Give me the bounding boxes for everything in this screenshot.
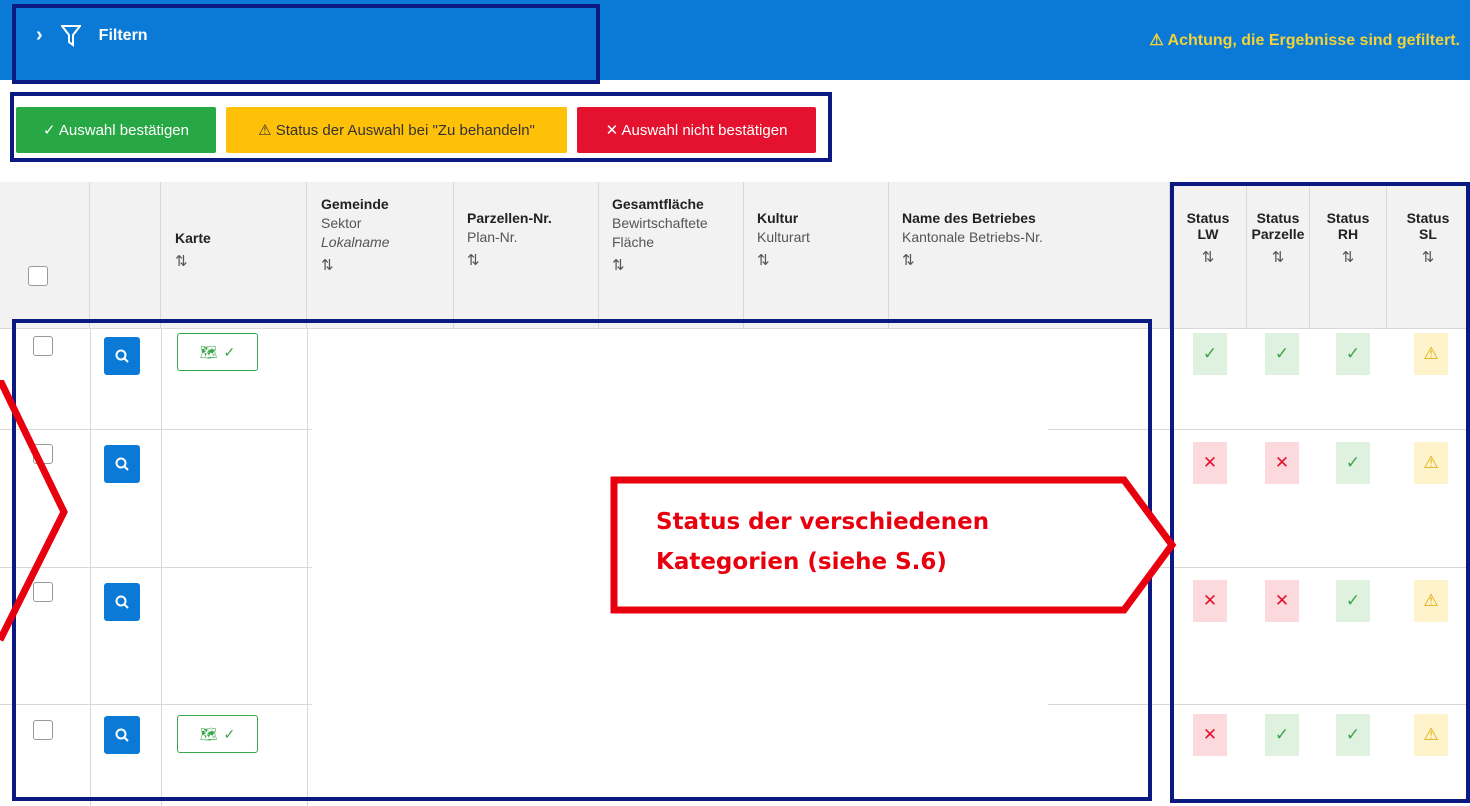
header-sublabel: Lokalname: [321, 234, 390, 250]
header-label: Name des Betriebes: [902, 210, 1036, 226]
highlight-filter-box: [12, 4, 600, 84]
header-parzellen-nr[interactable]: Parzellen-Nr. Plan-Nr. ⇅: [454, 182, 599, 328]
highlight-status-box: [1170, 182, 1470, 803]
header-sublabel: Fläche: [612, 234, 655, 250]
header-label: Gemeinde: [321, 196, 389, 212]
highlight-actions-box: [10, 92, 832, 162]
select-all-checkbox[interactable]: [28, 266, 48, 286]
header-sublabel: Kantonale Betriebs-Nr.: [902, 229, 1043, 245]
callout-line: Kategorien (siehe S.6): [656, 549, 947, 575]
header-label: Kultur: [757, 210, 799, 226]
filter-warning: ⚠ Achtung, die Ergebnisse sind gefiltert…: [1149, 32, 1460, 49]
header-sublabel: Sektor: [321, 215, 362, 231]
header-karte[interactable]: Karte ⇅: [161, 182, 307, 328]
sort-icon[interactable]: ⇅: [612, 256, 743, 274]
header-sublabel: Kulturart: [757, 229, 810, 245]
header-gesamtflaeche[interactable]: Gesamtfläche Bewirtschaftete Fläche ⇅: [599, 182, 744, 328]
header-sublabel: Bewirtschaftete: [612, 215, 708, 231]
header-label: Karte: [175, 230, 211, 246]
header-gemeinde[interactable]: Gemeinde Sektor Lokalname ⇅: [307, 182, 454, 328]
sort-icon[interactable]: ⇅: [321, 256, 453, 274]
header-label: Parzellen-Nr.: [467, 210, 552, 226]
left-arrow-annotation: [0, 380, 68, 642]
sort-icon[interactable]: ⇅: [175, 252, 306, 270]
sort-icon[interactable]: ⇅: [902, 251, 1169, 269]
callout-text: Status der verschiedenen Kategorien (sie…: [656, 502, 989, 582]
sort-icon[interactable]: ⇅: [467, 251, 598, 269]
header-kultur[interactable]: Kultur Kulturart ⇅: [744, 182, 889, 328]
callout-line: Status der verschiedenen: [656, 509, 990, 535]
sort-icon[interactable]: ⇅: [757, 251, 888, 269]
header-select-all: [0, 182, 90, 328]
header-label: Gesamtfläche: [612, 196, 704, 212]
header-sublabel: Plan-Nr.: [467, 229, 518, 245]
header-blank: [90, 182, 161, 328]
header-betrieb[interactable]: Name des Betriebes Kantonale Betriebs-Nr…: [889, 182, 1170, 328]
